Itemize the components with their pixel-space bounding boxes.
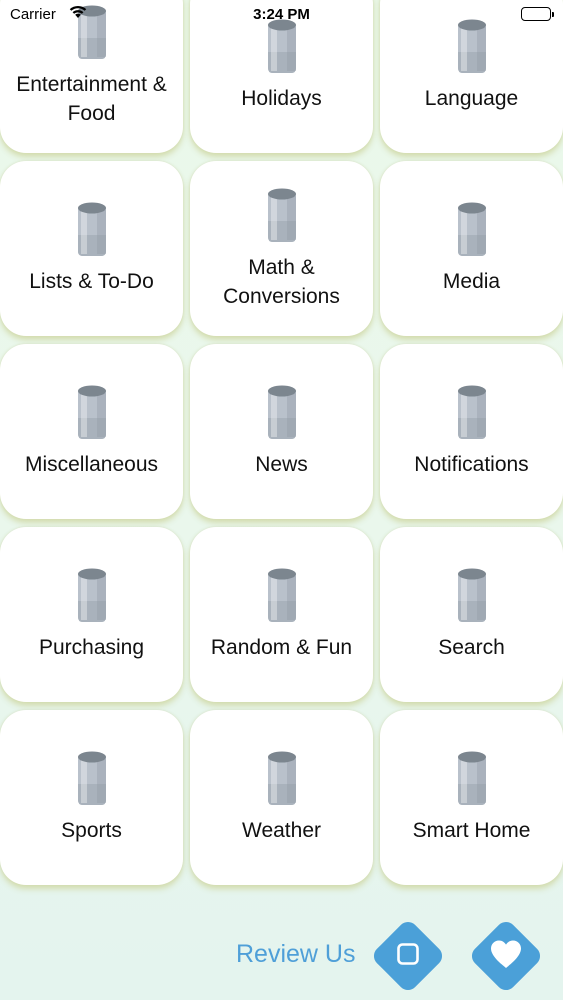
category-label-line: Miscellaneous <box>24 453 159 476</box>
category-tile[interactable]: Miscellaneous <box>0 344 183 519</box>
category-label-line: Entertainment & <box>16 72 167 96</box>
review-us-link[interactable]: Review Us <box>236 940 355 969</box>
category-label: Sports <box>55 816 128 845</box>
favorite-button[interactable] <box>467 917 545 995</box>
category-label: Random & Fun <box>205 633 358 662</box>
category-tile[interactable]: Math & Conversions <box>190 161 373 336</box>
category-label-line: Food <box>67 101 116 125</box>
battery-icon <box>521 7 554 21</box>
category-label-line: Notifications <box>414 453 529 476</box>
category-label-line: Language <box>424 87 519 110</box>
category-label: Language <box>419 84 524 113</box>
smart-speaker-icon <box>266 187 298 243</box>
category-label: Notifications <box>408 450 534 479</box>
category-label-line: Random & Fun <box>210 636 353 659</box>
category-label-line: Smart Home <box>412 819 531 842</box>
category-tile[interactable]: Purchasing <box>0 527 183 702</box>
category-label-line: Search <box>438 636 505 659</box>
smart-speaker-icon <box>266 384 298 440</box>
status-bar: Carrier 3:24 PM <box>0 0 563 30</box>
category-label: Holidays <box>235 84 328 113</box>
category-label-line: Holidays <box>241 87 322 110</box>
category-label: Purchasing <box>33 633 150 662</box>
category-label: Media <box>437 267 506 296</box>
status-time: 3:24 PM <box>253 6 310 23</box>
smart-speaker-icon <box>76 750 108 806</box>
category-tile[interactable]: Search <box>380 527 563 702</box>
category-label: News <box>249 450 314 479</box>
category-tile[interactable]: Media <box>380 161 563 336</box>
category-label: Entertainment & Food <box>10 70 173 128</box>
category-label-line: Weather <box>242 819 321 842</box>
stop-button[interactable] <box>369 917 447 995</box>
category-label-line: Purchasing <box>38 636 145 659</box>
stop-square-icon <box>396 942 420 971</box>
smart-speaker-icon <box>266 750 298 806</box>
category-tile[interactable]: News <box>190 344 373 519</box>
smart-speaker-icon <box>266 567 298 623</box>
category-label-line: Lists & To-Do <box>29 270 154 293</box>
smart-speaker-icon <box>456 201 488 257</box>
category-label: Weather <box>236 816 327 845</box>
category-label-line: News <box>255 453 308 476</box>
category-label-line: Sports <box>61 819 122 842</box>
smart-speaker-icon <box>456 384 488 440</box>
category-tile[interactable]: Sports <box>0 710 183 885</box>
category-label: Smart Home <box>407 816 537 845</box>
category-label: Miscellaneous <box>19 450 164 479</box>
category-tile[interactable]: Lists & To-Do <box>0 161 183 336</box>
category-tile[interactable]: Notifications <box>380 344 563 519</box>
category-tile[interactable]: Random & Fun <box>190 527 373 702</box>
category-label-line: Conversions <box>223 284 340 308</box>
smart-speaker-icon <box>76 567 108 623</box>
category-label: Math & Conversions <box>217 253 346 311</box>
category-label-line: Math & <box>248 255 315 279</box>
smart-speaker-icon <box>76 201 108 257</box>
smart-speaker-icon <box>76 384 108 440</box>
category-tile[interactable]: Smart Home <box>380 710 563 885</box>
category-label: Search <box>432 633 511 662</box>
category-label-line: Media <box>442 270 501 293</box>
smart-speaker-icon <box>456 750 488 806</box>
category-label: Lists & To-Do <box>23 267 160 296</box>
heart-icon <box>489 939 523 974</box>
smart-speaker-icon <box>456 567 488 623</box>
category-tile[interactable]: Weather <box>190 710 373 885</box>
